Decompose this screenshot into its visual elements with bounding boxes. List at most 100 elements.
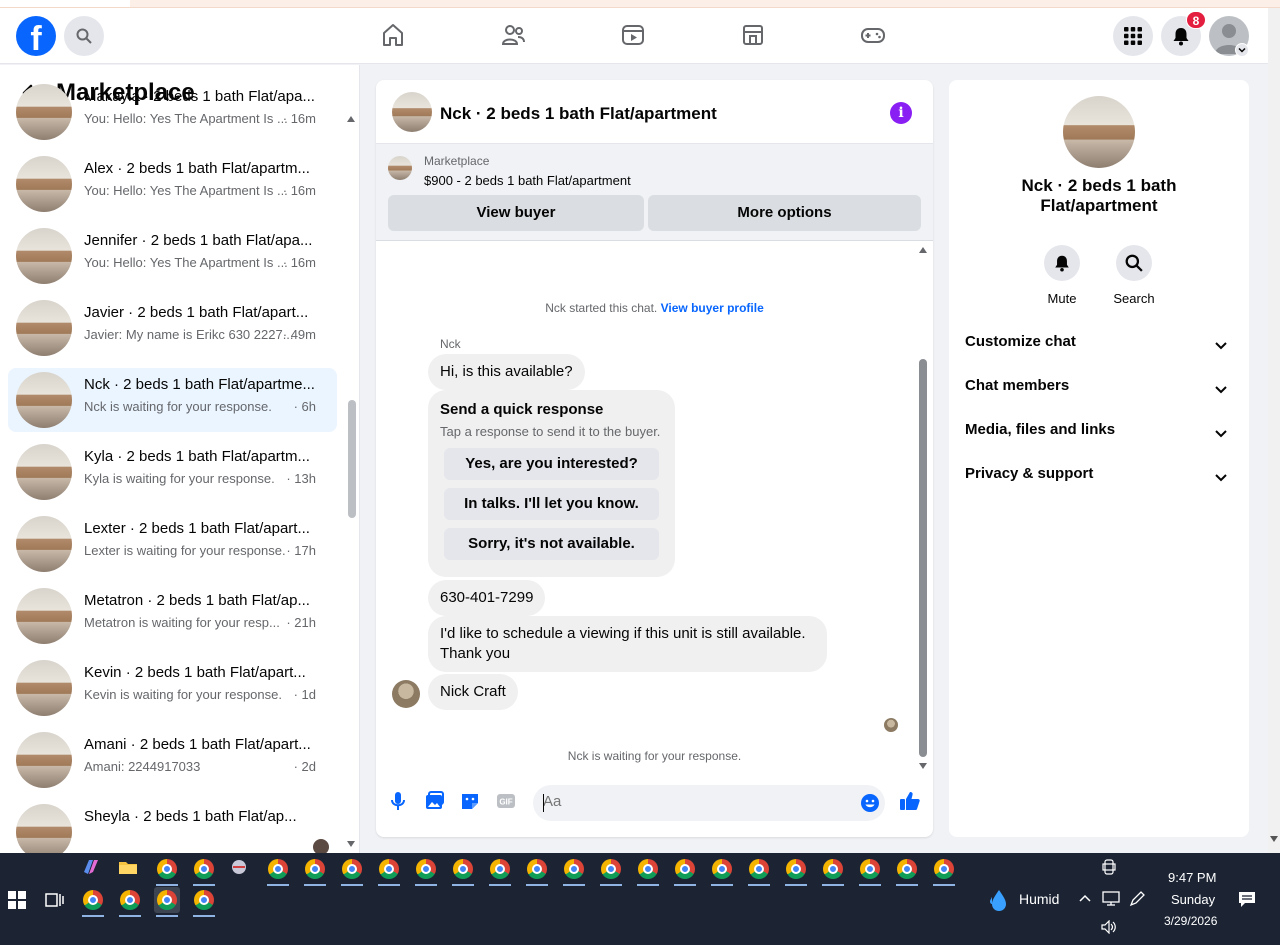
windows-start-icon[interactable] bbox=[8, 891, 26, 909]
copilot-taskbar-icon[interactable] bbox=[80, 856, 106, 882]
scroll-down-arrow-icon[interactable] bbox=[919, 763, 927, 769]
emoji-icon[interactable] bbox=[860, 793, 880, 813]
conversation-item[interactable]: Nck · 2 beds 1 bath Flat/apartme... Nck i… bbox=[8, 368, 337, 432]
conversation-item[interactable]: Sheyla · 2 beds 1 bath Flat/ap... bbox=[8, 800, 337, 853]
weather-droplet-icon[interactable] bbox=[986, 887, 1012, 913]
conversation-item[interactable]: Alex · 2 beds 1 bath Flat/apartm... You: … bbox=[8, 152, 337, 216]
gaming-icon[interactable] bbox=[860, 22, 886, 48]
home-icon[interactable] bbox=[380, 22, 406, 48]
chat-scrollbar[interactable] bbox=[916, 241, 932, 771]
sticker-icon[interactable] bbox=[458, 789, 482, 813]
conversation-item[interactable]: Metatron · 2 beds 1 bath Flat/ap... Metat… bbox=[8, 584, 337, 648]
conversation-item[interactable]: Jennifer · 2 beds 1 bath Flat/apa... You:… bbox=[8, 224, 337, 288]
more-options-button[interactable]: More options bbox=[648, 195, 921, 231]
message-bubble[interactable]: Nick Craft bbox=[428, 674, 518, 710]
chrome-taskbar-icon[interactable] bbox=[931, 856, 957, 886]
file-explorer-taskbar-icon[interactable] bbox=[117, 856, 143, 882]
chrome-taskbar-icon[interactable] bbox=[376, 856, 402, 886]
chrome-taskbar-icon[interactable] bbox=[302, 856, 328, 886]
message-input-box[interactable] bbox=[533, 785, 885, 821]
chrome-taskbar-icon[interactable] bbox=[154, 887, 180, 917]
device-icon[interactable] bbox=[1102, 859, 1116, 875]
search-action[interactable]: Search bbox=[1104, 245, 1164, 306]
message-bubble[interactable]: I'd like to schedule a viewing if this u… bbox=[428, 616, 827, 672]
app-taskbar-icon[interactable] bbox=[228, 856, 254, 882]
marketplace-icon[interactable] bbox=[740, 22, 766, 48]
account-menu-chevron[interactable] bbox=[1235, 43, 1249, 57]
task-view-icon[interactable] bbox=[44, 890, 64, 910]
chrome-taskbar-icon[interactable] bbox=[672, 856, 698, 886]
conversation-item[interactable]: Kevin · 2 beds 1 bath Flat/apart... Kevin… bbox=[8, 656, 337, 720]
view-buyer-button[interactable]: View buyer bbox=[388, 195, 644, 231]
scroll-down-arrow-icon[interactable] bbox=[347, 841, 355, 847]
chat-scroll-thumb[interactable] bbox=[919, 359, 927, 757]
weather-label[interactable]: Humid bbox=[1019, 891, 1059, 907]
chevron-up-icon[interactable] bbox=[1079, 893, 1091, 903]
info-icon[interactable]: i bbox=[890, 102, 912, 124]
conversation-item[interactable]: Kyla · 2 beds 1 bath Flat/apartm... Kyla … bbox=[8, 440, 337, 504]
friends-icon[interactable] bbox=[500, 22, 526, 48]
section-customize-chat[interactable]: Customize chat bbox=[965, 333, 1233, 365]
microphone-icon[interactable] bbox=[386, 789, 410, 813]
pen-icon[interactable] bbox=[1128, 890, 1146, 908]
message-input[interactable] bbox=[543, 793, 843, 810]
listing-thumbnail[interactable] bbox=[392, 92, 432, 132]
thumbs-up-icon[interactable] bbox=[898, 789, 922, 813]
listing-thumbnail-small[interactable] bbox=[388, 156, 412, 180]
message-bubble[interactable]: Hi, is this available? bbox=[428, 354, 585, 390]
chat-title[interactable]: Nck · 2 beds 1 bath Flat/apartment bbox=[440, 104, 717, 124]
menu-button[interactable] bbox=[1113, 16, 1153, 56]
section-privacy-support[interactable]: Privacy & support bbox=[965, 465, 1233, 497]
sidebar-scroll-thumb[interactable] bbox=[348, 400, 356, 518]
conversation-item[interactable]: Javier · 2 beds 1 bath Flat/apart... Javi… bbox=[8, 296, 337, 360]
quick-response-not-available[interactable]: Sorry, it's not available. bbox=[444, 528, 659, 560]
message-bubble[interactable]: 630-401-7299 bbox=[428, 580, 546, 616]
notification-center-icon[interactable] bbox=[1238, 890, 1256, 908]
view-buyer-profile-link[interactable]: View buyer profile bbox=[661, 301, 764, 315]
network-icon[interactable] bbox=[1102, 890, 1120, 906]
clock-time[interactable]: 9:47 PM bbox=[1168, 870, 1216, 885]
listing-photo[interactable] bbox=[1063, 96, 1135, 168]
chrome-taskbar-icon[interactable] bbox=[450, 856, 476, 886]
chrome-taskbar-icon[interactable] bbox=[339, 856, 365, 886]
photo-icon[interactable] bbox=[422, 789, 446, 813]
chrome-taskbar-icon[interactable] bbox=[635, 856, 661, 886]
page-scrollbar[interactable] bbox=[1268, 8, 1280, 853]
chrome-taskbar-icon[interactable] bbox=[894, 856, 920, 886]
chrome-taskbar-icon[interactable] bbox=[191, 887, 217, 917]
chrome-taskbar-icon[interactable] bbox=[561, 856, 587, 886]
scroll-up-arrow-icon[interactable] bbox=[347, 116, 355, 122]
scroll-down-arrow-icon[interactable] bbox=[1270, 836, 1278, 842]
clock-day[interactable]: Sunday bbox=[1171, 892, 1215, 907]
conversation-item[interactable]: Lexter · 2 beds 1 bath Flat/apart... Lext… bbox=[8, 512, 337, 576]
facebook-logo[interactable]: f bbox=[16, 16, 56, 56]
conversation-item[interactable]: Makayla · 2 beds 1 bath Flat/apa... You: … bbox=[8, 80, 337, 144]
sidebar-scrollbar[interactable] bbox=[346, 115, 356, 850]
mute-action[interactable]: Mute bbox=[1032, 245, 1092, 306]
video-icon[interactable] bbox=[620, 22, 646, 48]
chrome-taskbar-icon[interactable] bbox=[857, 856, 883, 886]
buyer-avatar[interactable] bbox=[392, 680, 420, 708]
section-media-files-links[interactable]: Media, files and links bbox=[965, 421, 1233, 453]
scroll-up-arrow-icon[interactable] bbox=[919, 247, 927, 253]
chrome-taskbar-icon[interactable] bbox=[154, 856, 180, 886]
chrome-taskbar-icon[interactable] bbox=[598, 856, 624, 886]
listing-price-title[interactable]: $900 - 2 beds 1 bath Flat/apartment bbox=[424, 173, 631, 188]
section-chat-members[interactable]: Chat members bbox=[965, 377, 1233, 409]
search-button[interactable] bbox=[64, 16, 104, 56]
chrome-taskbar-icon[interactable] bbox=[783, 856, 809, 886]
quick-response-talks[interactable]: In talks. I'll let you know. bbox=[444, 488, 659, 520]
chrome-taskbar-icon[interactable] bbox=[524, 856, 550, 886]
chrome-taskbar-icon[interactable] bbox=[117, 887, 143, 917]
clock-date[interactable]: 3/29/2026 bbox=[1164, 914, 1217, 928]
chrome-taskbar-icon[interactable] bbox=[413, 856, 439, 886]
chrome-taskbar-icon[interactable] bbox=[709, 856, 735, 886]
chrome-taskbar-icon[interactable] bbox=[820, 856, 846, 886]
volume-icon[interactable] bbox=[1101, 920, 1117, 934]
chrome-taskbar-icon[interactable] bbox=[487, 856, 513, 886]
gif-icon[interactable]: GIF bbox=[494, 789, 518, 813]
chrome-taskbar-icon[interactable] bbox=[191, 856, 217, 886]
conversation-item[interactable]: Amani · 2 beds 1 bath Flat/apart... Amani… bbox=[8, 728, 337, 792]
chrome-taskbar-icon[interactable] bbox=[746, 856, 772, 886]
quick-response-yes[interactable]: Yes, are you interested? bbox=[444, 448, 659, 480]
